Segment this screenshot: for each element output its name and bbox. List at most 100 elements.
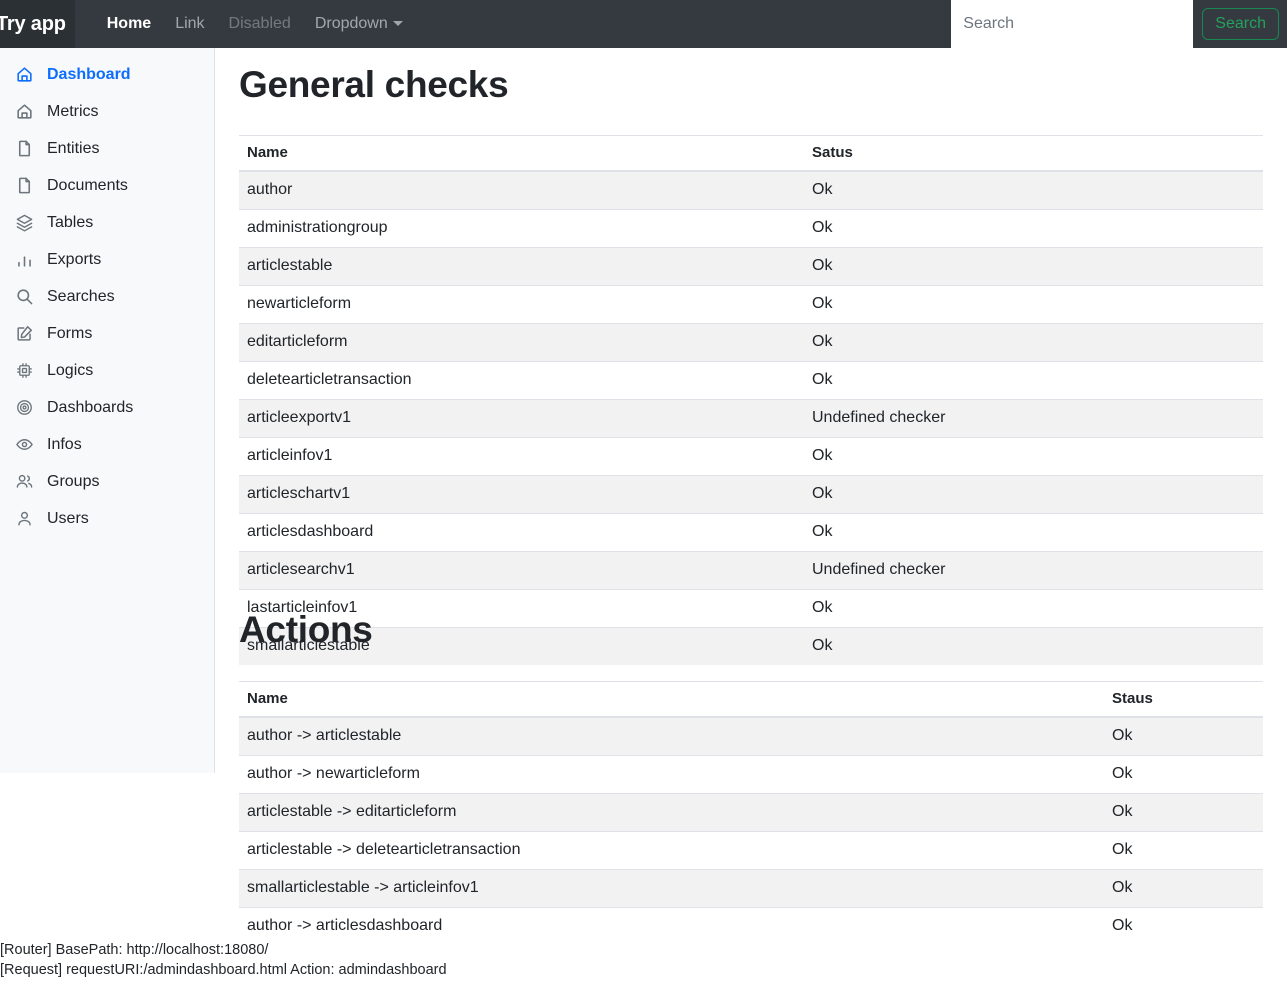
sidebar-item-infos[interactable]: Infos	[0, 426, 214, 463]
sidebar-item-searches[interactable]: Searches	[0, 278, 214, 315]
layers-icon	[14, 213, 34, 233]
file-icon	[14, 176, 34, 196]
cell-status: Undefined checker	[804, 399, 1263, 438]
sidebar-item-groups[interactable]: Groups	[0, 463, 214, 500]
table-row[interactable]: articleinfov1 Ok	[239, 437, 1263, 476]
general-checks-thead: Name Satus	[239, 135, 1263, 172]
table-row[interactable]: author Ok	[239, 170, 1263, 210]
table-row[interactable]: administrationgroup Ok	[239, 209, 1263, 248]
general-checks-title: General checks	[239, 64, 509, 105]
column-header-status[interactable]: Satus	[804, 135, 1263, 172]
sidebar-item-dashboard[interactable]: Dashboard	[0, 56, 214, 93]
table-row[interactable]: author -> articlestable Ok	[239, 716, 1263, 756]
sidebar-item-metrics[interactable]: Metrics	[0, 93, 214, 130]
cell-name: newarticleform	[239, 285, 804, 324]
sidebar-item-documents[interactable]: Documents	[0, 167, 214, 204]
table-row[interactable]: articlesearchv1 Undefined checker	[239, 551, 1263, 590]
cell-name: articleinfov1	[239, 437, 804, 476]
cell-name: deletearticletransaction	[239, 361, 804, 400]
edit-square-icon	[14, 324, 34, 344]
cell-name: articlesearchv1	[239, 551, 804, 590]
cell-status: Ok	[804, 247, 1263, 286]
general-checks-tbody: author Ok administrationgroup Ok articlestab…	[239, 170, 1263, 665]
column-header-status[interactable]: Staus	[1104, 681, 1263, 718]
chevron-down-icon	[392, 21, 403, 26]
home-icon	[14, 65, 34, 85]
actions-title: Actions	[239, 609, 373, 650]
actions-table: Name Staus author -> articlestable Ok auth…	[239, 681, 1263, 945]
sidebar-item-label: Forms	[47, 324, 93, 342]
cell-name: articleschartv1	[239, 475, 804, 514]
actions-thead: Name Staus	[239, 681, 1263, 718]
nav-dropdown-label: Dropdown	[314, 15, 388, 32]
cell-status: Ok	[804, 209, 1263, 248]
user-icon	[14, 509, 34, 529]
table-row[interactable]: author -> newarticleform Ok	[239, 755, 1263, 794]
cell-name: editarticleform	[239, 323, 804, 362]
actions-tbody: author -> articlestable Ok author -> newar…	[239, 716, 1263, 945]
brand-logo[interactable]: Try app	[0, 0, 75, 48]
debug-request-line: [Request] requestURI:/admindashboard.htm…	[0, 962, 447, 978]
sidebar-item-forms[interactable]: Forms	[0, 315, 214, 352]
cell-status: Ok	[1104, 755, 1263, 794]
cell-name: administrationgroup	[239, 209, 804, 248]
sidebar: Dashboard Metrics Entities Documents Tab…	[0, 48, 215, 773]
sidebar-item-tables[interactable]: Tables	[0, 204, 214, 241]
target-icon	[14, 398, 34, 418]
table-row[interactable]: smallarticlestable Ok	[239, 627, 1263, 665]
nav-link-dropdown[interactable]: Dropdown	[303, 7, 415, 41]
sidebar-item-entities[interactable]: Entities	[0, 130, 214, 167]
cell-status: Ok	[1104, 831, 1263, 870]
sidebar-item-dashboards[interactable]: Dashboards	[0, 389, 214, 426]
sidebar-item-users[interactable]: Users	[0, 500, 214, 537]
users-icon	[14, 472, 34, 492]
table-row[interactable]: deletearticletransaction Ok	[239, 361, 1263, 400]
nav-link-home[interactable]: Home	[95, 7, 163, 41]
home-icon	[14, 102, 34, 122]
search-button-wrap: Search	[1193, 0, 1287, 48]
cpu-chip-icon	[14, 361, 34, 381]
cell-status: Ok	[804, 170, 1263, 210]
cell-status: Ok	[804, 437, 1263, 476]
cell-status: Ok	[1104, 716, 1263, 756]
search-input[interactable]	[951, 0, 1194, 48]
table-row[interactable]: newarticleform Ok	[239, 285, 1263, 324]
bar-chart-icon	[14, 250, 34, 270]
column-header-name[interactable]: Name	[239, 135, 804, 172]
cell-status: Ok	[804, 627, 1263, 665]
table-header-row: Name Satus	[239, 135, 1263, 172]
main-content: General checks Name Satus author Ok admini…	[215, 48, 1287, 981]
nav-link-link[interactable]: Link	[163, 7, 216, 41]
cell-status: Ok	[804, 285, 1263, 324]
sidebar-item-logics[interactable]: Logics	[0, 352, 214, 389]
table-row[interactable]: editarticleform Ok	[239, 323, 1263, 362]
nav-links: Home Link Disabled Dropdown	[95, 0, 415, 48]
footer-debug: [Router] BasePath: http://localhost:1808…	[0, 940, 1287, 980]
table-row[interactable]: lastarticleinfov1 Ok	[239, 589, 1263, 628]
cell-status: Ok	[804, 323, 1263, 362]
column-header-name[interactable]: Name	[239, 681, 1104, 718]
cell-name: author	[239, 170, 804, 210]
table-row[interactable]: articlestable -> deletearticletransactio…	[239, 831, 1263, 870]
cell-name: articleexportv1	[239, 399, 804, 438]
debug-router-line: [Router] BasePath: http://localhost:1808…	[0, 942, 269, 958]
table-header-row: Name Staus	[239, 681, 1263, 718]
sidebar-item-label: Metrics	[47, 102, 99, 120]
search-icon	[14, 287, 34, 307]
navbar-spacer	[415, 0, 952, 48]
sidebar-item-label: Groups	[47, 472, 100, 490]
cell-name: author -> newarticleform	[239, 755, 1104, 794]
table-row[interactable]: smallarticlestable -> articleinfov1 Ok	[239, 869, 1263, 908]
cell-name: articlesdashboard	[239, 513, 804, 552]
cell-status: Ok	[804, 361, 1263, 400]
table-row[interactable]: articlestable Ok	[239, 247, 1263, 286]
cell-name: articlestable	[239, 247, 804, 286]
sidebar-item-exports[interactable]: Exports	[0, 241, 214, 278]
table-row[interactable]: articleschartv1 Ok	[239, 475, 1263, 514]
search-button[interactable]: Search	[1202, 8, 1279, 40]
table-row[interactable]: articlesdashboard Ok	[239, 513, 1263, 552]
table-row[interactable]: articlestable -> editarticleform Ok	[239, 793, 1263, 832]
sidebar-item-label: Searches	[47, 287, 115, 305]
sidebar-item-label: Logics	[47, 361, 94, 379]
table-row[interactable]: articleexportv1 Undefined checker	[239, 399, 1263, 438]
